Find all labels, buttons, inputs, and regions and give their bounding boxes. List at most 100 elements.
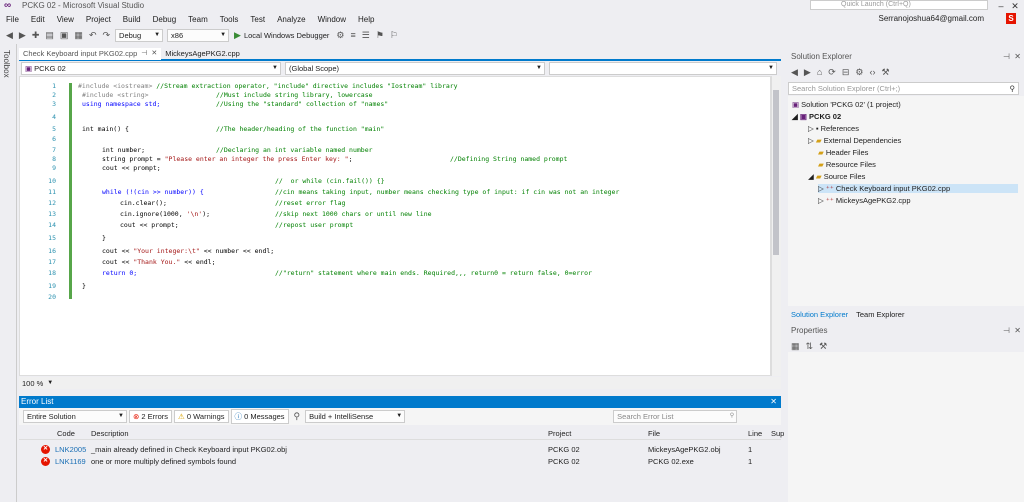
member-select[interactable]: ▼ bbox=[549, 62, 777, 75]
back-icon[interactable]: ◀ bbox=[6, 30, 13, 41]
code-editor[interactable]: 1 2 3 4 5 6 7 8 9 10 11 12 13 14 15 16 17 18 19 20 #include… bbox=[19, 76, 771, 376]
user-email[interactable]: Serranojoshua64@gmail.com bbox=[878, 14, 984, 23]
menu-team[interactable]: Team bbox=[188, 15, 208, 24]
error-search-input[interactable]: Search Error List ⚲ bbox=[613, 410, 738, 423]
home-icon[interactable]: ⌂ bbox=[817, 67, 822, 77]
tree-file-mickeys-age[interactable]: ▷ ⁺⁺ MickeysAgePKG2.cpp bbox=[818, 196, 911, 205]
save-all-icon[interactable]: ▦ bbox=[74, 30, 83, 41]
column-suppression[interactable]: Sup bbox=[771, 429, 784, 438]
code-line-8[interactable]: string prompt = "Please enter an integer… bbox=[102, 155, 352, 164]
global-scope-select[interactable]: (Global Scope) ▼ bbox=[285, 62, 545, 75]
menu-build[interactable]: Build bbox=[123, 15, 141, 24]
tree-item-header-files[interactable]: ▰ Header Files bbox=[818, 148, 868, 157]
menu-file[interactable]: File bbox=[6, 15, 19, 24]
bookmark-prev-icon[interactable]: ⚐ bbox=[390, 30, 398, 41]
close-panel-icon[interactable]: ✕ bbox=[1014, 52, 1021, 61]
errors-filter-button[interactable]: ⊗ 2 Errors bbox=[129, 410, 173, 423]
close-panel-icon[interactable]: ✕ bbox=[770, 396, 777, 408]
code-line-2[interactable]: #include <string> bbox=[82, 91, 149, 100]
scope-select[interactable]: Entire Solution ▼ bbox=[23, 410, 127, 423]
bookmark-icon[interactable]: ⚑ bbox=[376, 30, 384, 41]
tab-solution-explorer[interactable]: Solution Explorer bbox=[791, 310, 848, 319]
error-row[interactable]: ✕ LNK2005 _main already defined in Check… bbox=[19, 444, 781, 456]
menu-edit[interactable]: Edit bbox=[31, 15, 45, 24]
close-window-button[interactable]: ✕ bbox=[1008, 0, 1022, 12]
menu-debug[interactable]: Debug bbox=[153, 15, 177, 24]
forward-icon[interactable]: ▶ bbox=[804, 67, 811, 78]
wrench-icon[interactable]: ⚒ bbox=[881, 67, 889, 78]
forward-icon[interactable]: ▶ bbox=[19, 30, 26, 41]
filter-icon[interactable]: ⚲ bbox=[294, 411, 301, 422]
code-line-3[interactable]: using namespace std; bbox=[82, 100, 160, 109]
code-line-11[interactable]: while (!(cin >> number)) { bbox=[102, 188, 204, 197]
user-avatar[interactable]: S bbox=[1006, 13, 1016, 24]
column-project[interactable]: Project bbox=[548, 429, 571, 438]
alphabetical-icon[interactable]: ⇅ bbox=[806, 341, 814, 352]
menu-window[interactable]: Window bbox=[318, 15, 346, 24]
solution-search-input[interactable]: Search Solution Explorer (Ctrl+;) ⚲ bbox=[788, 82, 1019, 95]
comment-icon[interactable]: ☰ bbox=[362, 30, 370, 41]
menu-test[interactable]: Test bbox=[250, 15, 265, 24]
build-filter-select[interactable]: Build + IntelliSense ▼ bbox=[305, 410, 406, 423]
code-line-16[interactable]: cout << "Your integer:\t" << number << e… bbox=[102, 247, 274, 256]
categorized-icon[interactable]: ▦ bbox=[791, 341, 800, 352]
code-view-icon[interactable]: ‹› bbox=[869, 67, 875, 77]
tree-solution[interactable]: ▣ Solution 'PCKG 02' (1 project) bbox=[792, 100, 901, 109]
open-icon[interactable]: ▤ bbox=[45, 30, 54, 41]
redo-icon[interactable]: ↷ bbox=[102, 30, 110, 41]
minimize-button[interactable]: – bbox=[994, 0, 1008, 12]
code-line-17[interactable]: cout << "Thank You." << endl; bbox=[102, 258, 216, 267]
close-panel-icon[interactable]: ✕ bbox=[1014, 326, 1021, 335]
pin-icon[interactable]: ⊣ bbox=[1003, 326, 1010, 335]
code-line-18[interactable]: return 0; bbox=[102, 269, 137, 278]
tab-check-keyboard-input[interactable]: Check Keyboard input PKG02.cpp ⊣ ✕ bbox=[19, 47, 162, 60]
start-debugger-button[interactable]: Local Windows Debugger bbox=[244, 31, 329, 40]
tab-mickeys-age[interactable]: MickeysAgePKG2.cpp bbox=[161, 48, 244, 60]
close-tab-icon[interactable]: ✕ bbox=[151, 48, 157, 60]
code-line-1[interactable]: #include <iostream> //Stream extraction … bbox=[78, 82, 458, 91]
warnings-filter-button[interactable]: ⚠ 0 Warnings bbox=[174, 410, 229, 423]
code-line-5[interactable]: int main() { bbox=[82, 125, 129, 134]
configuration-select[interactable]: Debug ▼ bbox=[115, 28, 164, 42]
tab-team-explorer[interactable]: Team Explorer bbox=[856, 310, 904, 319]
new-project-icon[interactable]: ✚ bbox=[32, 30, 40, 41]
menu-analyze[interactable]: Analyze bbox=[277, 15, 305, 24]
column-description[interactable]: Description bbox=[91, 429, 129, 438]
chevron-down-icon[interactable]: ▼ bbox=[47, 380, 53, 386]
pin-icon[interactable]: ⊣ bbox=[141, 48, 147, 60]
quick-launch-input[interactable]: Quick Launch (Ctrl+Q) bbox=[810, 0, 988, 10]
error-row[interactable]: ✕ LNK1169 one or more multiply defined s… bbox=[19, 456, 781, 468]
messages-filter-button[interactable]: ⓘ 0 Messages bbox=[230, 409, 289, 424]
platform-select[interactable]: x86 ▼ bbox=[167, 28, 230, 42]
error-code[interactable]: LNK2005 bbox=[55, 445, 86, 454]
project-scope-select[interactable]: ▣ PCKG 02 ▼ bbox=[21, 62, 281, 75]
tree-item-references[interactable]: ▷ ▪ References bbox=[808, 124, 859, 133]
undo-icon[interactable]: ↶ bbox=[89, 30, 97, 41]
collapse-icon[interactable]: ⊟ bbox=[842, 67, 850, 78]
save-icon[interactable]: ▣ bbox=[60, 30, 69, 41]
code-line-19[interactable]: } bbox=[82, 282, 86, 291]
column-code[interactable]: Code bbox=[57, 429, 75, 438]
menu-project[interactable]: Project bbox=[86, 15, 111, 24]
tree-file-check-keyboard[interactable]: ▷ ⁺⁺ Check Keyboard input PKG02.cpp bbox=[818, 184, 1018, 193]
sync-icon[interactable]: ⟳ bbox=[828, 67, 836, 78]
attach-icon[interactable]: ⚙ bbox=[336, 30, 344, 41]
column-file[interactable]: File bbox=[648, 429, 660, 438]
tree-item-resource-files[interactable]: ▰ Resource Files bbox=[818, 160, 876, 169]
code-line-13[interactable]: cin.ignore(1000, '\n'); bbox=[120, 210, 210, 219]
menu-help[interactable]: Help bbox=[358, 15, 374, 24]
menu-tools[interactable]: Tools bbox=[220, 15, 239, 24]
tree-item-external-dependencies[interactable]: ▷ ▰ External Dependencies bbox=[808, 136, 901, 145]
tree-project[interactable]: ◢ ▣ PCKG 02 bbox=[792, 112, 841, 121]
code-line-15[interactable]: } bbox=[102, 234, 106, 243]
format-icon[interactable]: ≡ bbox=[351, 30, 356, 40]
code-line-7[interactable]: int number; bbox=[102, 146, 145, 155]
code-line-12[interactable]: cin.clear(); bbox=[120, 199, 167, 208]
tree-item-source-files[interactable]: ◢ ▰ Source Files bbox=[808, 172, 865, 181]
play-icon[interactable]: ▶ bbox=[234, 30, 241, 41]
scrollbar-thumb[interactable] bbox=[773, 90, 779, 255]
code-line-14[interactable]: cout << prompt; bbox=[120, 221, 179, 230]
menu-view[interactable]: View bbox=[57, 15, 74, 24]
zoom-level[interactable]: 100 % bbox=[22, 379, 43, 388]
column-line[interactable]: Line bbox=[748, 429, 762, 438]
